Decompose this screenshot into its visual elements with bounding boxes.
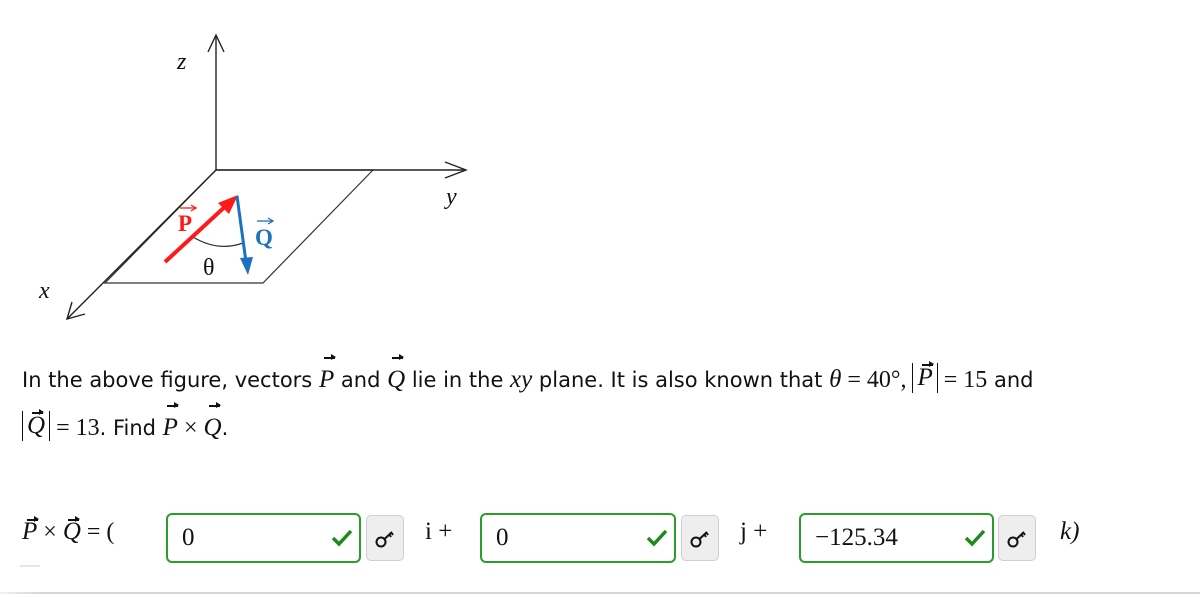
cross-product-lhs: P × Q = ( [22, 516, 114, 546]
unit-k-label: k) [1060, 518, 1080, 545]
angle-arc [192, 236, 244, 248]
vector-q-symbol: Q [387, 354, 405, 404]
vector-p-label: P [178, 211, 192, 236]
problem-statement: In the above figure, vectors P and Q lie… [22, 354, 1192, 452]
answer-field-i[interactable] [166, 513, 361, 563]
cross-symbol: × [37, 519, 63, 545]
cross-symbol: × [177, 415, 204, 441]
answer-input-i[interactable] [182, 521, 322, 555]
check-icon [331, 529, 353, 547]
answer-field-k[interactable] [799, 513, 994, 563]
equals-paren: = ( [80, 519, 115, 545]
bottom-divider [0, 592, 1200, 594]
answer-input-k[interactable] [815, 521, 955, 555]
unit-j-label: j + [740, 518, 768, 545]
text-segment: lie in the [405, 368, 511, 392]
text-segment: . Find [99, 416, 163, 440]
key-icon [1007, 531, 1026, 548]
vector-q-arrowhead [240, 257, 253, 275]
vector-p-symbol: P [319, 354, 336, 404]
xy-plane [103, 169, 375, 284]
problem-line-2: Q = 13. Find P × Q. [22, 402, 1192, 452]
vector-figure: z y x P Q θ [38, 33, 468, 321]
key-button[interactable] [366, 515, 404, 561]
vector-q-label: Q [255, 225, 273, 250]
check-icon [964, 529, 986, 547]
magnitude-q: Q [22, 409, 51, 441]
x-axis-label: x [38, 278, 50, 304]
vector-q-symbol: Q [62, 516, 81, 545]
answer-row: P × Q = ( i + j + k) [0, 510, 1200, 566]
text-segment: plane. It is also known that [532, 368, 830, 392]
z-axis-label: z [176, 49, 187, 75]
vector-p-symbol: P [22, 516, 39, 545]
theta-symbol: θ [829, 366, 842, 393]
magnitude-p-value: = 15 [937, 367, 988, 393]
unit-i-label: i + [425, 518, 453, 545]
text-segment: and [987, 368, 1034, 392]
divider-mark [20, 565, 40, 567]
theta-label: θ [203, 255, 215, 281]
magnitude-q-value: = 13 [50, 415, 100, 441]
answer-input-j[interactable] [496, 521, 636, 555]
x-axis [67, 169, 217, 319]
key-icon [690, 531, 709, 548]
key-button[interactable] [998, 515, 1036, 561]
magnitude-p: P [912, 361, 938, 393]
vector-p-symbol: P [163, 402, 180, 452]
vector-q-arrow [235, 195, 248, 263]
y-axis-label: y [444, 184, 457, 210]
theta-value: = 40°, [841, 367, 913, 393]
key-icon [375, 531, 394, 548]
text-segment: and [334, 368, 388, 392]
key-button[interactable] [681, 515, 719, 561]
plane-variable: xy [510, 366, 533, 393]
answer-field-j[interactable] [480, 513, 676, 563]
check-icon [646, 529, 668, 547]
text-segment: In the above figure, vectors [22, 368, 319, 392]
problem-line-1: In the above figure, vectors P and Q lie… [22, 354, 1192, 404]
vector-p-symbol: P [917, 361, 935, 391]
vector-q-symbol: Q [27, 409, 46, 439]
text-segment: . [221, 416, 229, 440]
vector-q-symbol: Q [204, 402, 222, 452]
